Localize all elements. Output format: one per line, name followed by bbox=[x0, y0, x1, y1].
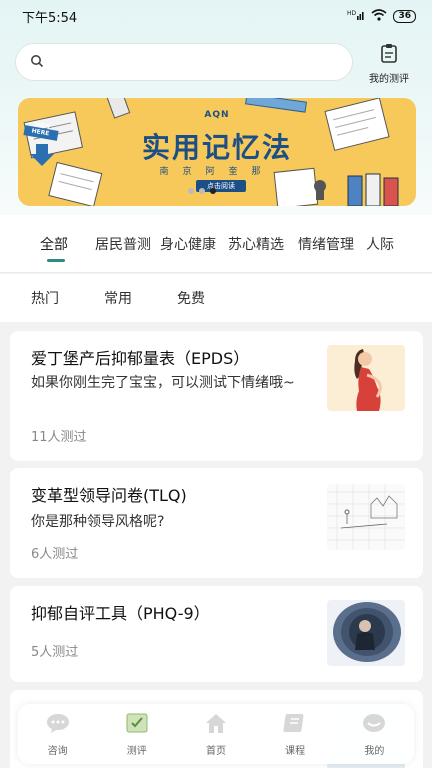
card-title: 变革型领导问卷(TLQ) bbox=[31, 486, 187, 505]
book-icon bbox=[283, 712, 307, 738]
banner-subtitle: 南京阿奎那 bbox=[159, 167, 275, 177]
card-test-count: 6人测过 bbox=[31, 547, 79, 562]
category-tab-interpersonal[interactable]: 人际 bbox=[366, 234, 394, 254]
banner-title: 实用记忆法 bbox=[141, 131, 292, 164]
category-tab-all[interactable]: 全部 bbox=[40, 234, 68, 262]
category-tab-emotion[interactable]: 情绪管理 bbox=[298, 234, 354, 254]
card-title: 抑郁自评工具（PHQ-9） bbox=[31, 604, 210, 623]
promo-banner[interactable]: AQN 实用记忆法 南京阿奎那 点击阅读 SIGN HERE bbox=[18, 98, 416, 206]
search-row: 我的测评 bbox=[15, 43, 420, 85]
pregnant-woman-thumbnail bbox=[327, 345, 405, 411]
tab-label: 课程 bbox=[285, 745, 306, 757]
status-icons: HD 36 bbox=[347, 8, 416, 24]
bottom-tab-bar: 咨询 测评 首页 课程 我的 bbox=[18, 704, 414, 764]
category-tab-featured[interactable]: 苏心精选 bbox=[228, 234, 284, 254]
profile-icon bbox=[361, 712, 387, 738]
tab-consult[interactable]: 咨询 bbox=[28, 712, 88, 757]
wifi-icon bbox=[371, 8, 387, 24]
category-tabs: 全部 居民普测 身心健康 苏心精选 情绪管理 人际 bbox=[0, 215, 432, 273]
assessment-card[interactable]: 爱丁堡产后抑郁量表（EPDS） 如果你刚生完了宝宝，可以测试下情绪哦~ 11人测… bbox=[10, 331, 423, 461]
pagination-dot[interactable] bbox=[199, 188, 205, 194]
category-tab-health[interactable]: 身心健康 bbox=[160, 234, 216, 254]
pagination-dot[interactable] bbox=[188, 188, 194, 194]
tab-assessment[interactable]: 测评 bbox=[107, 712, 167, 757]
tab-label: 首页 bbox=[205, 745, 226, 757]
search-icon bbox=[30, 53, 44, 72]
card-description: 如果你刚生完了宝宝，可以测试下情绪哦~ bbox=[31, 375, 295, 391]
sketch-thumbnail bbox=[327, 484, 405, 550]
filter-common[interactable]: 常用 bbox=[104, 288, 132, 308]
tab-label: 测评 bbox=[126, 745, 147, 757]
my-evaluation-button[interactable]: 我的测评 bbox=[361, 43, 417, 85]
card-test-count: 11人测过 bbox=[31, 430, 87, 445]
card-test-count: 5人测过 bbox=[31, 645, 79, 660]
chat-bubble-icon bbox=[45, 712, 71, 738]
search-input[interactable] bbox=[52, 54, 322, 70]
filter-hot[interactable]: 热门 bbox=[31, 288, 59, 308]
tab-home[interactable]: 首页 bbox=[186, 712, 246, 757]
banner-brand: AQN bbox=[204, 110, 230, 120]
filter-row: 热门 常用 免费 bbox=[0, 274, 432, 322]
tab-label: 咨询 bbox=[47, 745, 68, 757]
pagination-dot-active[interactable] bbox=[210, 188, 216, 194]
tab-profile[interactable]: 我的 bbox=[344, 712, 404, 757]
status-bar: 下午5:54 HD 36 bbox=[0, 0, 432, 32]
tab-label: 我的 bbox=[364, 745, 385, 757]
banner-pagination bbox=[188, 188, 216, 194]
assessment-card[interactable]: 变革型领导问卷(TLQ) 你是那种领导风格呢? 6人测过 bbox=[10, 468, 423, 578]
filter-free[interactable]: 免费 bbox=[177, 288, 205, 308]
assessment-icon bbox=[125, 712, 149, 738]
status-time: 下午5:54 bbox=[22, 10, 78, 26]
card-description: 你是那种领导风格呢? bbox=[31, 514, 165, 530]
signal-icon: HD bbox=[347, 9, 365, 23]
my-evaluation-label: 我的测评 bbox=[369, 74, 409, 85]
network-type: HD bbox=[347, 10, 357, 17]
tab-course[interactable]: 课程 bbox=[265, 712, 325, 757]
assessment-card[interactable]: 抑郁自评工具（PHQ-9） 5人测过 bbox=[10, 586, 423, 682]
card-title: 爱丁堡产后抑郁量表（EPDS） bbox=[31, 349, 250, 368]
sad-person-thumbnail bbox=[327, 600, 405, 666]
category-tab-resident[interactable]: 居民普测 bbox=[95, 234, 151, 254]
search-bar[interactable] bbox=[15, 43, 353, 81]
clipboard-icon bbox=[380, 43, 398, 67]
home-icon bbox=[203, 712, 229, 738]
battery-indicator: 36 bbox=[393, 9, 416, 23]
